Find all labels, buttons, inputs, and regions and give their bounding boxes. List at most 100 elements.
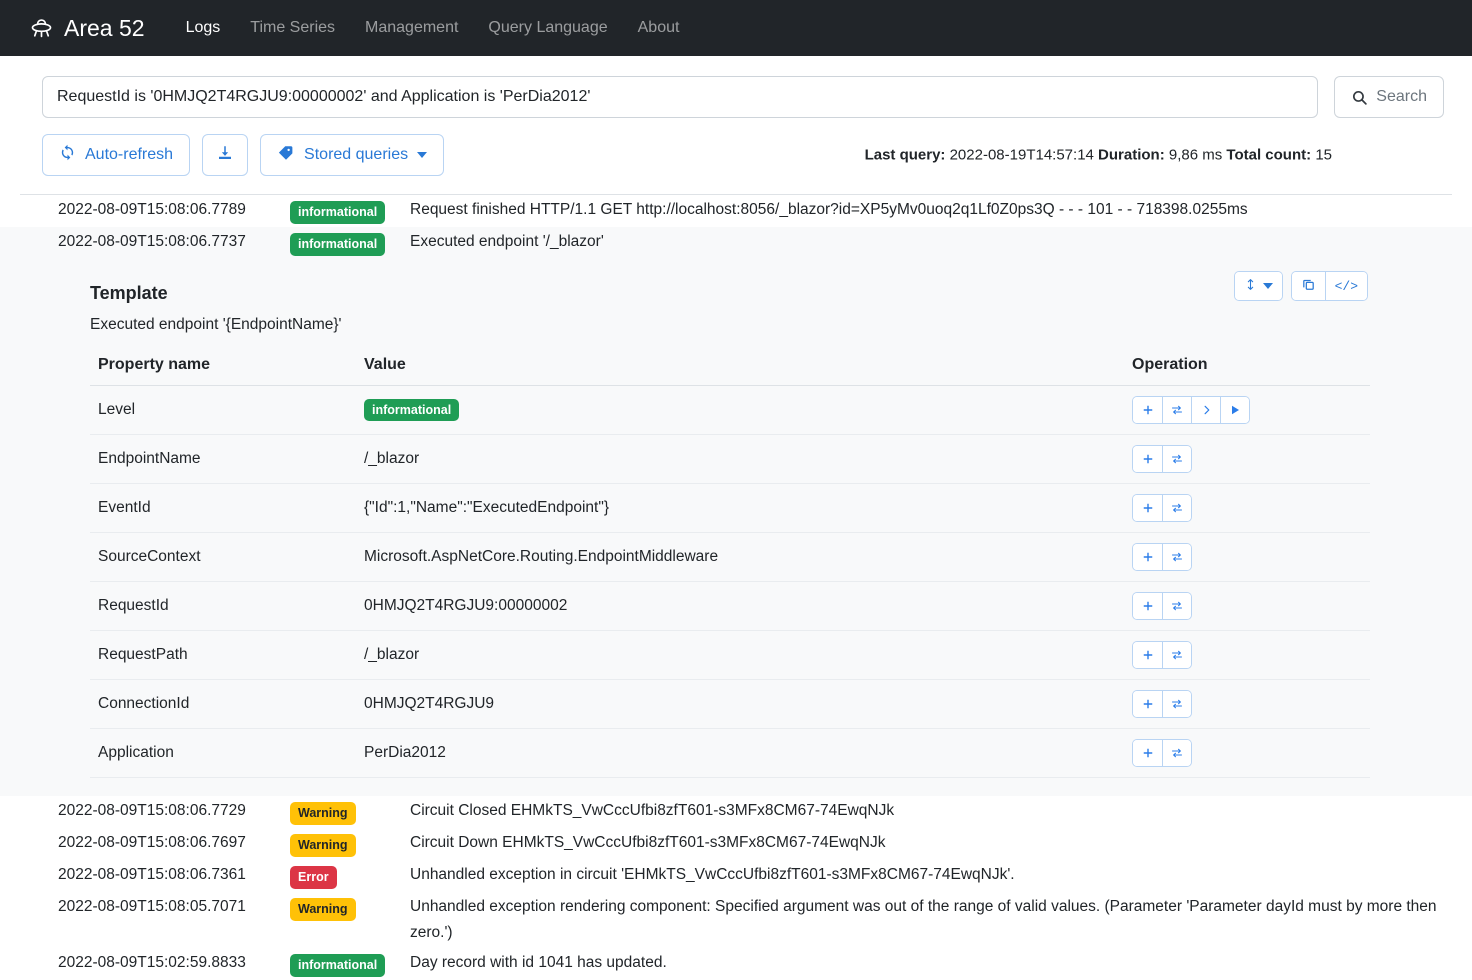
swap-icon[interactable] [1162, 495, 1191, 521]
plus-icon[interactable] [1133, 446, 1162, 472]
property-operations [1124, 483, 1370, 533]
log-message: Request finished HTTP/1.1 GET http://loc… [410, 201, 1248, 218]
swap-icon[interactable] [1162, 642, 1191, 668]
property-value: 0HMJQ2T4RGJU9 [356, 679, 1124, 729]
log-message: Unhandled exception rendering component:… [410, 898, 1437, 941]
log-row[interactable]: 2022-08-09T15:08:06.7697 Warning Circuit… [0, 828, 1472, 860]
plus-icon[interactable] [1133, 593, 1162, 619]
total-count-label: Total count: [1226, 146, 1312, 164]
log-row[interactable]: 2022-08-09T15:08:06.7361 Error Unhandled… [0, 860, 1472, 892]
nav-links: Logs Time Series Management Query Langua… [171, 10, 695, 45]
property-value: informational [356, 385, 1124, 435]
brand[interactable]: Area 52 [28, 15, 145, 42]
plus-icon[interactable] [1133, 691, 1162, 717]
duration-value: 9,86 ms [1168, 146, 1223, 164]
property-name: EndpointName [90, 434, 356, 484]
property-value: {"Id":1,"Name":"ExecutedEndpoint"} [356, 483, 1124, 533]
total-count-value: 15 [1315, 146, 1332, 164]
property-value: 0HMJQ2T4RGJU9:00000002 [356, 581, 1124, 631]
property-operations [1124, 385, 1370, 435]
header-operation: Operation [1124, 356, 1370, 386]
auto-refresh-label: Auto-refresh [85, 146, 174, 163]
log-timestamp: 2022-08-09T15:08:06.7361 [58, 866, 246, 883]
nav-link-logs[interactable]: Logs [171, 10, 236, 45]
log-level-cell: Error [290, 862, 410, 890]
log-timestamp: 2022-08-09T15:08:05.7071 [58, 898, 246, 915]
auto-refresh-button[interactable]: Auto-refresh [42, 134, 191, 176]
property-value: /_blazor [356, 434, 1124, 484]
swap-icon[interactable] [1162, 691, 1191, 717]
status-badge: Warning [290, 834, 356, 857]
log-timestamp: 2022-08-09T15:08:06.7737 [58, 233, 246, 250]
property-value: Microsoft.AspNetCore.Routing.EndpointMid… [356, 532, 1124, 582]
log-level-cell: informational [290, 229, 410, 257]
property-operations [1124, 532, 1370, 582]
plus-icon[interactable] [1133, 495, 1162, 521]
search-bar: Search [42, 76, 1444, 118]
table-row: SourceContext Microsoft.AspNetCore.Routi… [90, 532, 1370, 582]
caret-down-icon [417, 152, 428, 158]
play-icon[interactable] [1220, 397, 1249, 423]
log-detail-panel: </> Template Executed endpoint '{Endpoin… [0, 259, 1472, 796]
nav-link-management[interactable]: Management [350, 10, 473, 45]
status-badge: informational [364, 398, 460, 422]
table-row: Level informational [90, 385, 1370, 435]
view-code-button[interactable]: </> [1324, 272, 1367, 300]
height-arrows-icon [1244, 277, 1257, 295]
resize-button-group [1233, 271, 1283, 301]
template-heading: Template [90, 283, 168, 303]
swap-icon[interactable] [1162, 544, 1191, 570]
template-text: Executed endpoint '{EndpointName}' [90, 316, 342, 333]
log-row[interactable]: 2022-08-09T15:02:59.8833 informational D… [0, 948, 1472, 980]
plus-icon[interactable] [1133, 642, 1162, 668]
header-value: Value [356, 356, 1124, 386]
download-icon [216, 144, 234, 167]
swap-icon[interactable] [1162, 593, 1191, 619]
swap-icon[interactable] [1162, 446, 1191, 472]
swap-icon[interactable] [1162, 740, 1191, 766]
log-list-bottom: 2022-08-09T15:08:06.7729 Warning Circuit… [0, 796, 1472, 980]
log-row[interactable]: 2022-08-09T15:08:05.7071 Warning Unhandl… [0, 892, 1472, 948]
status-badge: informational [290, 233, 386, 256]
log-row[interactable]: 2022-08-09T15:08:06.7789 informational R… [0, 195, 1472, 227]
copy-button[interactable] [1291, 272, 1325, 300]
table-row: Application PerDia2012 [90, 728, 1370, 778]
log-level-cell: informational [290, 950, 410, 978]
download-button[interactable] [202, 134, 249, 176]
property-name: ConnectionId [90, 679, 356, 729]
last-query-value: 2022-08-19T14:57:14 [949, 146, 1094, 164]
log-message: Circuit Closed EHMkTS_VwCccUfbi8zfT601-s… [410, 802, 895, 819]
status-badge: informational [290, 201, 386, 224]
detail-content: Template Executed endpoint '{EndpointNam… [20, 283, 1452, 778]
search-button[interactable]: Search [1334, 76, 1444, 118]
log-list-top: 2022-08-09T15:08:06.7789 informational R… [0, 195, 1472, 259]
plus-icon[interactable] [1133, 740, 1162, 766]
log-level-cell: Warning [290, 894, 410, 922]
log-level-cell: Warning [290, 830, 410, 858]
search-input[interactable] [42, 76, 1319, 118]
header-property-name: Property name [90, 356, 356, 386]
nav-link-time-series[interactable]: Time Series [235, 10, 350, 45]
log-timestamp: 2022-08-09T15:08:06.7789 [58, 201, 246, 218]
log-row[interactable]: 2022-08-09T15:08:06.7729 Warning Circuit… [0, 796, 1472, 828]
status-badge: Warning [290, 898, 356, 921]
swap-icon[interactable] [1162, 397, 1191, 423]
log-row-selected[interactable]: 2022-08-09T15:08:06.7737 informational E… [0, 227, 1472, 259]
top-navbar: Area 52 Logs Time Series Management Quer… [0, 0, 1472, 56]
search-icon [1351, 89, 1368, 106]
status-badge: Error [290, 866, 337, 889]
stored-queries-button[interactable]: Stored queries [260, 134, 445, 176]
status-badge: informational [290, 954, 386, 977]
search-button-label: Search [1376, 88, 1427, 105]
resize-button[interactable] [1234, 272, 1282, 300]
log-timestamp: 2022-08-09T15:02:59.8833 [58, 954, 246, 971]
property-name: RequestId [90, 581, 356, 631]
property-name: RequestPath [90, 630, 356, 680]
table-row: ConnectionId 0HMJQ2T4RGJU9 [90, 679, 1370, 729]
plus-icon[interactable] [1133, 397, 1162, 423]
nav-link-query-language[interactable]: Query Language [473, 10, 622, 45]
chevron-right-icon[interactable] [1191, 397, 1220, 423]
nav-link-about[interactable]: About [623, 10, 695, 45]
plus-icon[interactable] [1133, 544, 1162, 570]
property-value: /_blazor [356, 630, 1124, 680]
